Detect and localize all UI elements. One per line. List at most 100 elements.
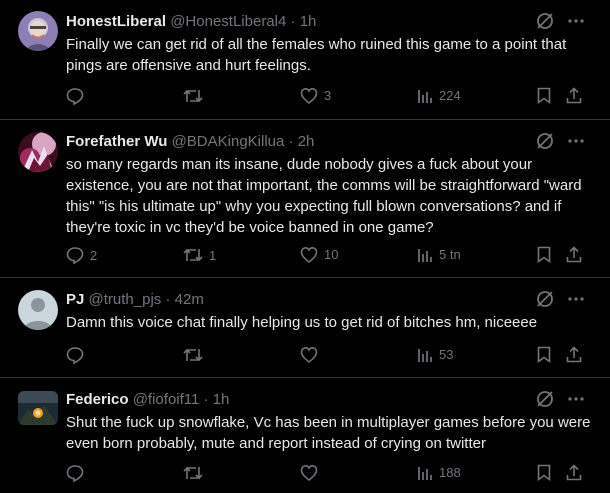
user-handle[interactable]: @fiofoif11: [133, 391, 200, 408]
share-icon: [566, 87, 582, 104]
reply-icon: [66, 246, 84, 264]
tweet[interactable]: HonestLiberal @HonestLiberal4 · 1h Final…: [0, 0, 610, 119]
like-count: 3: [324, 88, 332, 103]
tweet-actions: 2 1 10 5 tn: [66, 246, 586, 266]
timestamp[interactable]: 1h: [213, 391, 230, 408]
share-button[interactable]: [566, 87, 582, 104]
retweet-button[interactable]: 1: [183, 246, 216, 264]
tweet-actions: 188: [66, 464, 586, 484]
grok-icon[interactable]: [536, 12, 554, 30]
like-icon: [300, 346, 318, 363]
separator-dot: ·: [290, 13, 296, 30]
like-button[interactable]: 3: [300, 87, 331, 104]
reply-button[interactable]: [66, 464, 90, 482]
tweet-text: Finally we can get rid of all the female…: [66, 36, 567, 74]
avatar[interactable]: [18, 391, 58, 425]
grok-icon[interactable]: [536, 290, 554, 308]
avatar[interactable]: [18, 290, 58, 330]
bookmark-button[interactable]: [537, 87, 551, 104]
bookmark-button[interactable]: [537, 246, 551, 263]
views-count: 188: [439, 464, 461, 480]
grok-icon[interactable]: [536, 132, 554, 150]
retweet-icon: [183, 346, 203, 364]
separator-dot: ·: [165, 291, 171, 308]
retweet-icon: [183, 246, 203, 264]
like-count: 10: [324, 247, 339, 262]
separator-dot: ·: [203, 391, 209, 408]
reply-count: 2: [90, 247, 98, 263]
display-name[interactable]: PJ: [66, 291, 84, 308]
views-icon: [417, 87, 433, 103]
bookmark-icon: [537, 87, 551, 104]
retweet-icon: [183, 87, 203, 105]
more-icon[interactable]: [568, 397, 584, 401]
retweet-count: 1: [209, 247, 217, 263]
tweet-text: Shut the fuck up snowflake, Vc has been …: [66, 414, 591, 452]
timestamp[interactable]: 2h: [298, 133, 315, 150]
reply-icon: [66, 346, 84, 364]
tweet[interactable]: PJ @truth_pjs · 42m Damn this voice chat…: [0, 277, 610, 377]
tweet-header: Federico @fiofoif11 · 1h: [66, 390, 229, 410]
tweet-text: so many regards man its insane, dude nob…: [66, 156, 582, 236]
views-count: 53: [439, 346, 454, 362]
retweet-icon: [183, 464, 203, 482]
share-icon: [566, 346, 582, 363]
timestamp[interactable]: 42m: [175, 291, 204, 308]
like-button[interactable]: [300, 464, 324, 481]
views-button[interactable]: 5 tn: [417, 246, 461, 262]
retweet-button[interactable]: [183, 464, 209, 482]
reply-button[interactable]: [66, 87, 90, 105]
more-icon[interactable]: [568, 139, 584, 143]
share-icon: [566, 464, 582, 481]
tweet-actions: 53: [66, 346, 586, 366]
tweet-header: PJ @truth_pjs · 42m: [66, 290, 204, 310]
like-icon: [300, 464, 318, 481]
retweet-button[interactable]: [183, 346, 209, 364]
reply-button[interactable]: 2: [66, 246, 97, 264]
reply-button[interactable]: [66, 346, 90, 364]
avatar[interactable]: [18, 11, 58, 51]
timestamp[interactable]: 1h: [300, 13, 317, 30]
share-button[interactable]: [566, 346, 582, 363]
avatar[interactable]: [18, 132, 58, 172]
more-icon[interactable]: [568, 19, 584, 23]
share-icon: [566, 246, 582, 263]
reply-icon: [66, 464, 84, 482]
views-button[interactable]: 224: [417, 87, 461, 103]
views-icon: [417, 246, 433, 262]
tweet[interactable]: Forefather Wu @BDAKingKillua · 2h so man…: [0, 119, 610, 277]
tweet-header: HonestLiberal @HonestLiberal4 · 1h: [66, 12, 316, 32]
reply-icon: [66, 87, 84, 105]
bookmark-icon: [537, 464, 551, 481]
tweet-actions: 3 224: [66, 87, 586, 107]
share-button[interactable]: [566, 246, 582, 263]
display-name[interactable]: Federico: [66, 391, 129, 408]
bookmark-button[interactable]: [537, 346, 551, 363]
display-name[interactable]: HonestLiberal: [66, 13, 166, 30]
user-handle[interactable]: @truth_pjs: [89, 291, 162, 308]
retweet-button[interactable]: [183, 87, 209, 105]
views-icon: [417, 464, 433, 480]
more-icon[interactable]: [568, 297, 584, 301]
bookmark-button[interactable]: [537, 464, 551, 481]
user-handle[interactable]: @HonestLiberal4: [170, 13, 286, 30]
bookmark-icon: [537, 246, 551, 263]
views-count: 5 tn: [439, 246, 461, 262]
tweet[interactable]: Federico @fiofoif11 · 1h Shut the fuck u…: [0, 377, 610, 493]
user-handle[interactable]: @BDAKingKillua: [172, 133, 285, 150]
like-icon: [300, 246, 318, 263]
views-button[interactable]: 188: [417, 464, 461, 480]
views-count: 224: [439, 87, 461, 103]
separator-dot: ·: [288, 133, 294, 150]
share-button[interactable]: [566, 464, 582, 481]
bookmark-icon: [537, 346, 551, 363]
tweet-text: Damn this voice chat finally helping us …: [66, 314, 538, 331]
views-icon: [417, 346, 433, 362]
like-icon: [300, 87, 318, 104]
display-name[interactable]: Forefather Wu: [66, 133, 167, 150]
views-button[interactable]: 53: [417, 346, 453, 362]
like-button[interactable]: 10: [300, 246, 338, 263]
tweet-header: Forefather Wu @BDAKingKillua · 2h: [66, 132, 314, 152]
like-button[interactable]: [300, 346, 324, 363]
grok-icon[interactable]: [536, 390, 554, 408]
